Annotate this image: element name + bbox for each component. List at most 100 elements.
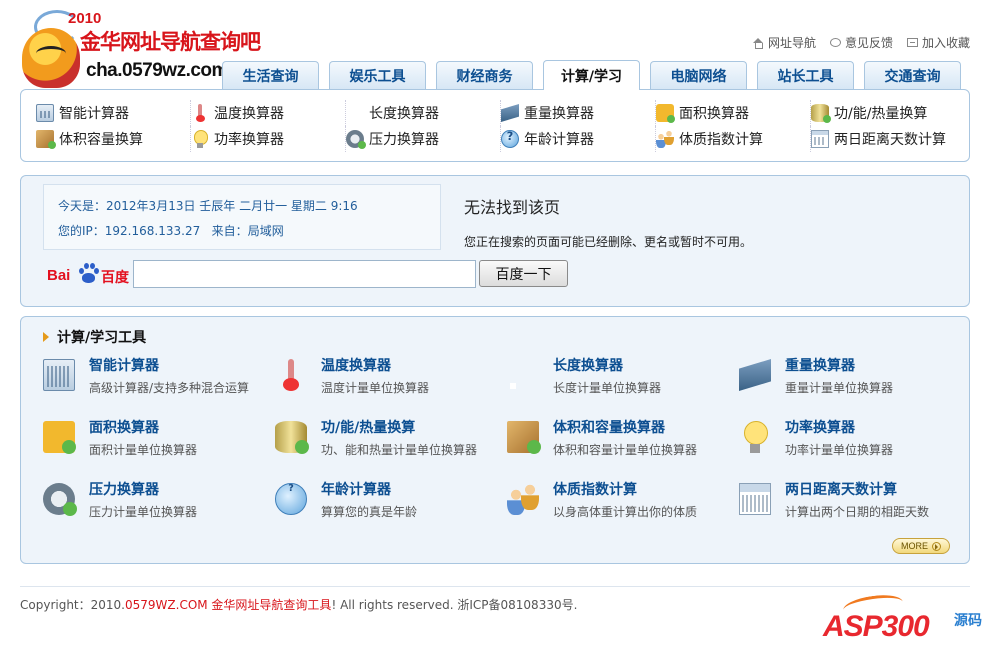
calculator-icon <box>43 359 75 391</box>
quick-tool-label: 功率换算器 <box>214 132 284 148</box>
quick-tool-pressure[interactable]: 压力换算器 <box>346 126 501 152</box>
top-links: 网址导航 意见反馈 加入收藏 <box>752 34 970 51</box>
chevron-right-icon <box>932 541 941 551</box>
top-link-label: 意见反馈 <box>844 36 893 50</box>
quick-tool-temperature[interactable]: 温度换算器 <box>191 100 346 126</box>
tab-webmaster-tools[interactable]: 站长工具 <box>757 61 854 89</box>
source-value: 局域网 <box>247 224 284 238</box>
tool-item[interactable]: 智能计算器高级计算器/支持多种混合运算 <box>43 357 275 419</box>
footer-site-link[interactable]: 0579WZ.COM 金华网址导航查询工具 <box>125 598 331 612</box>
site-logo[interactable]: 2010 金华网址导航查询吧 cha.0579wz.com <box>20 8 261 88</box>
more-button[interactable]: MORE <box>892 538 950 554</box>
tool-desc: 功率计量单位换算器 <box>785 443 894 457</box>
quick-tool-area[interactable]: 面积换算器 <box>656 100 811 126</box>
tool-name[interactable]: 体质指数计算 <box>553 481 697 499</box>
tool-item[interactable]: 体积和容量换算器 体积和容量计量单位换算器 <box>507 419 739 481</box>
quick-tool-volume[interactable]: 体积容量换算 <box>36 126 191 152</box>
tool-item[interactable]: 重量换算器 重量计量单位换算器 <box>739 357 971 419</box>
thermometer-icon <box>191 104 209 122</box>
steel-beam-icon <box>739 359 771 391</box>
pressure-gauge-icon <box>346 130 366 149</box>
footer-suffix: ! All rights reserved. 浙ICP备08108330号. <box>331 598 578 612</box>
tab-computer-network[interactable]: 电脑网络 <box>650 61 747 89</box>
top-link-bookmark[interactable]: 加入收藏 <box>906 34 970 51</box>
tool-name[interactable]: 年龄计算器 <box>321 481 417 499</box>
tool-name[interactable]: 体积和容量换算器 <box>553 419 697 437</box>
pressure-gauge-icon <box>43 483 77 516</box>
tool-item[interactable]: 两日距离天数计算 计算出两个日期的相距天数 <box>739 481 971 543</box>
logo-year: 2010 <box>68 10 102 27</box>
tool-item[interactable]: 体质指数计算 以身高体重计算出你的体质 <box>507 481 739 543</box>
tool-item[interactable]: 面积换算器 面积计量单位换算器 <box>43 419 275 481</box>
quick-tool-bmi[interactable]: 体质指数计算 <box>656 126 811 152</box>
not-found-message: 您正在搜索的页面可能已经删除、更名或暂时不可用。 <box>464 235 753 249</box>
tool-item[interactable]: 功/能/热量换算 功、能和热量计量单位换算器 <box>275 419 507 481</box>
tool-name[interactable]: 功率换算器 <box>785 419 893 437</box>
tool-name[interactable]: 长度换算器 <box>553 357 661 375</box>
quick-tool-label: 体质指数计算 <box>679 132 763 148</box>
thermometer-icon <box>275 359 307 391</box>
tool-name[interactable]: 面积换算器 <box>89 419 197 437</box>
tool-desc: 长度计量单位换算器 <box>553 381 662 395</box>
tool-name[interactable]: 两日距离天数计算 <box>785 481 929 499</box>
date-label: 今天是： <box>58 199 107 213</box>
quick-tool-power[interactable]: 功率换算器 <box>191 126 346 152</box>
quick-tool-label: 年龄计算器 <box>524 132 594 148</box>
tab-calc-study[interactable]: 计算/学习 <box>543 60 640 90</box>
quick-tool-label: 智能计算器 <box>59 106 129 122</box>
cylinder-icon <box>811 104 831 123</box>
ruler-icon <box>507 359 539 391</box>
paw-icon <box>77 262 99 284</box>
box-icon <box>36 130 56 149</box>
quick-tool-smart-calculator[interactable]: 智能计算器 <box>36 100 191 126</box>
tool-name[interactable]: 重量换算器 <box>785 357 893 375</box>
people-icon <box>656 130 674 148</box>
tool-desc: 温度计量单位换算器 <box>321 381 430 395</box>
tab-life[interactable]: 生活查询 <box>222 61 319 89</box>
baidu-search-button[interactable]: 百度一下 <box>479 260 568 287</box>
help-icon <box>501 130 519 148</box>
top-link-feedback[interactable]: 意见反馈 <box>829 34 893 51</box>
quick-tools-grid: 智能计算器 温度换算器 长度换算器 重量换算器 面积换算器 功/能/热量换算 体… <box>36 100 966 152</box>
calendar-icon <box>811 130 829 148</box>
ip-row: 您的IP：192.168.133.27 来自：局域网 <box>58 222 284 239</box>
category-tabs: 生活查询 娱乐工具 财经商务 计算/学习 电脑网络 站长工具 交通查询 <box>222 60 961 90</box>
quick-tool-label: 长度换算器 <box>369 106 439 122</box>
calculator-icon <box>36 104 54 122</box>
tab-entertainment[interactable]: 娱乐工具 <box>329 61 426 89</box>
quick-tool-energy[interactable]: 功/能/热量换算 <box>811 100 966 126</box>
more-label: MORE <box>901 541 928 551</box>
watermark-suffix: 源码 <box>954 613 982 629</box>
tool-item[interactable]: 年龄计算器算算您的真是年龄 <box>275 481 507 543</box>
tool-name[interactable]: 温度换算器 <box>321 357 429 375</box>
quick-tool-length[interactable]: 长度换算器 <box>346 100 501 126</box>
tool-item[interactable]: 压力换算器 压力计量单位换算器 <box>43 481 275 543</box>
quick-tool-days-between[interactable]: 两日距离天数计算 <box>811 126 966 152</box>
quick-tool-weight[interactable]: 重量换算器 <box>501 100 656 126</box>
footer-divider <box>20 586 970 587</box>
section-title-text: 计算/学习工具 <box>57 330 147 346</box>
footer-prefix: Copyright：2010. <box>20 598 125 612</box>
tab-finance[interactable]: 财经商务 <box>436 61 533 89</box>
tool-desc: 高级计算器/支持多种混合运算 <box>89 381 250 395</box>
baidu-logo-du: 百度 <box>101 270 129 286</box>
people-icon <box>507 483 539 515</box>
watermark-brand: ASP300 <box>823 610 930 643</box>
info-panel: 今天是：2012年3月13日 壬辰年 二月廿一 星期二 9:16 您的IP：19… <box>20 175 970 307</box>
baidu-logo: Bai 百度 <box>47 262 131 288</box>
cylinder-icon <box>275 421 309 454</box>
tool-item[interactable]: 温度换算器温度计量单位换算器 <box>275 357 507 419</box>
puzzle-icon <box>43 421 76 454</box>
tab-traffic[interactable]: 交通查询 <box>864 61 961 89</box>
quick-tool-age[interactable]: 年龄计算器 <box>501 126 656 152</box>
tool-name[interactable]: 压力换算器 <box>89 481 197 499</box>
feedback-icon <box>829 38 841 47</box>
logo-title: 金华网址导航查询吧 <box>80 30 261 54</box>
top-link-nav[interactable]: 网址导航 <box>752 34 816 51</box>
source-label: 来自： <box>211 224 248 238</box>
tool-name[interactable]: 智能计算器 <box>89 357 249 375</box>
tool-item[interactable]: 功率换算器功率计量单位换算器 <box>739 419 971 481</box>
tool-item[interactable]: 长度换算器长度计量单位换算器 <box>507 357 739 419</box>
tool-name[interactable]: 功/能/热量换算 <box>321 419 477 437</box>
baidu-search-input[interactable] <box>133 260 476 288</box>
